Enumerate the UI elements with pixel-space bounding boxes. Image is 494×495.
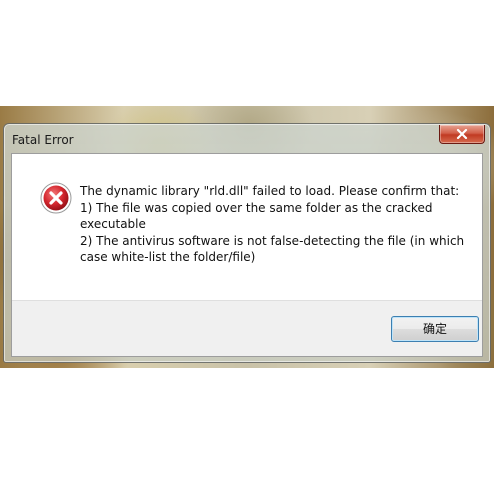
message-panel: The dynamic library "rld.dll" failed to … (12, 154, 482, 300)
dialog-title: Fatal Error (12, 133, 74, 147)
close-button[interactable] (439, 125, 485, 144)
error-icon (40, 182, 72, 214)
footer-divider (12, 300, 482, 301)
dialog-client-area: The dynamic library "rld.dll" failed to … (11, 153, 483, 357)
error-dialog: Fatal Error The dynamic library "rld.dll… (3, 123, 491, 363)
close-icon (456, 129, 468, 139)
title-bar[interactable]: Fatal Error (4, 124, 490, 154)
ok-button[interactable]: 确定 (391, 316, 479, 342)
error-message: The dynamic library "rld.dll" failed to … (80, 184, 465, 264)
